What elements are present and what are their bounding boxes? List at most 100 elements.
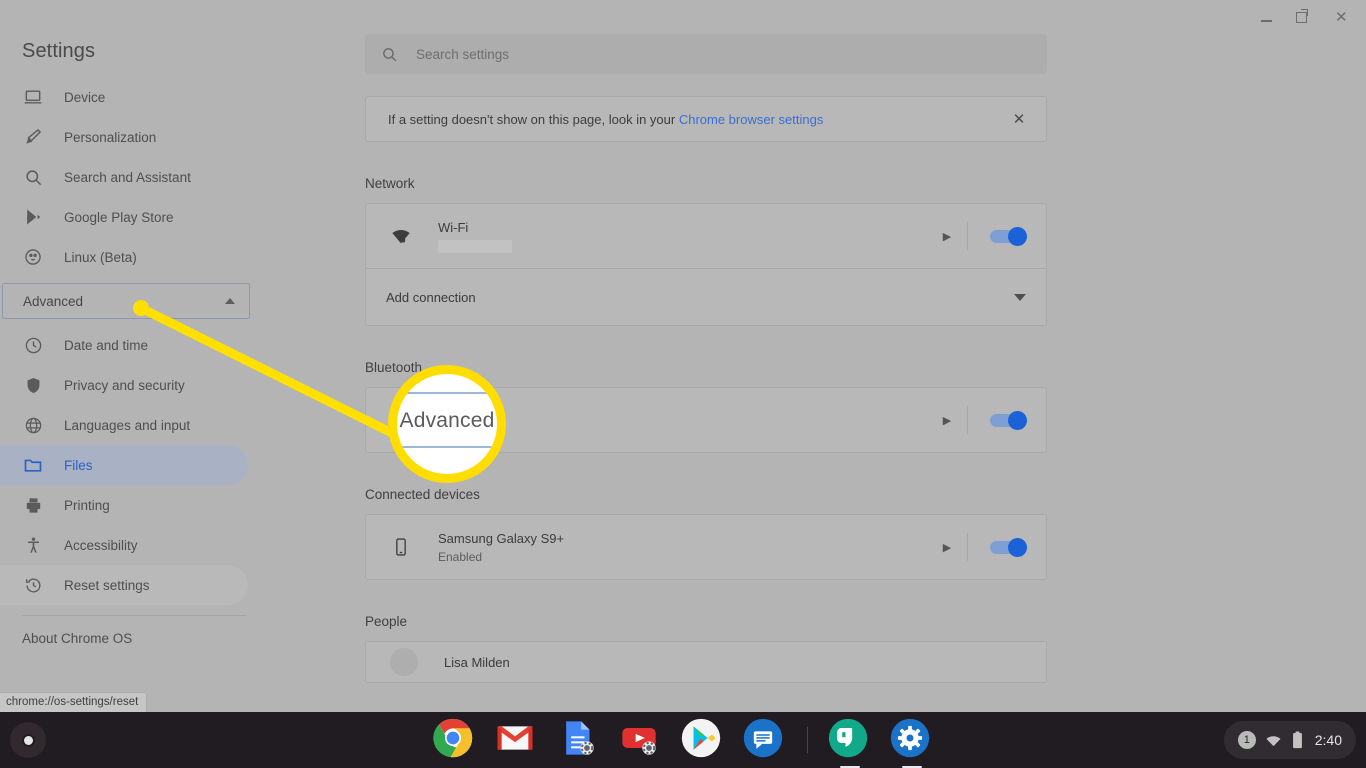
shelf-app-settings[interactable] xyxy=(890,718,934,762)
shelf-app-messages[interactable] xyxy=(743,718,787,762)
sidebar-item-label: Google Play Store xyxy=(64,209,174,225)
notice-text-before: If a setting doesn't show on this page, … xyxy=(388,111,679,127)
wifi-lock-icon xyxy=(386,225,416,247)
settings-main: Search settings If a setting doesn't sho… xyxy=(268,0,1366,712)
gear-icon xyxy=(890,718,929,758)
messages-icon xyxy=(743,718,782,758)
sidebar-item-linux-beta[interactable]: Linux (Beta) xyxy=(0,237,248,277)
sidebar-item-label: Privacy and security xyxy=(64,377,185,393)
close-icon[interactable]: ✕ xyxy=(1008,108,1030,130)
wifi-icon xyxy=(1265,732,1282,749)
search-icon xyxy=(22,166,44,188)
youtube-icon xyxy=(621,728,656,755)
settings-window: ✕ Settings Device Personalization Search… xyxy=(0,0,1366,768)
sidebar-item-label: Date and time xyxy=(64,337,149,353)
sidebar-item-label: Device xyxy=(64,89,106,105)
sidebar-item-files[interactable]: Files xyxy=(0,445,248,485)
play-store-icon xyxy=(22,206,44,228)
sidebar-item-personalization[interactable]: Personalization xyxy=(0,117,248,157)
magnifier-content: Advanced xyxy=(397,374,497,474)
notice-text: If a setting doesn't show on this page, … xyxy=(388,112,823,127)
device-row-text: Samsung Galaxy S9+ Enabled xyxy=(416,530,927,564)
sidebar-item-privacy-and-security[interactable]: Privacy and security xyxy=(0,365,248,405)
sidebar-advanced-expander[interactable]: Advanced xyxy=(2,283,250,319)
chevron-up-icon xyxy=(225,298,235,304)
people-card: Lisa Milden xyxy=(365,641,1047,683)
connected-device-toggle[interactable] xyxy=(968,537,1046,557)
wifi-name: Wi-Fi xyxy=(438,220,469,235)
gmail-icon xyxy=(497,726,532,750)
wifi-row-text: Wi-Fi xyxy=(416,219,927,253)
magnifier-line-bottom xyxy=(397,446,497,448)
shelf-app-chrome[interactable] xyxy=(432,718,477,762)
search-icon xyxy=(381,46,398,63)
sidebar-item-accessibility[interactable]: Accessibility xyxy=(0,525,248,565)
connected-devices-card: Samsung Galaxy S9+ Enabled ▶ xyxy=(365,514,1047,580)
chevron-right-icon[interactable]: ▶ xyxy=(927,414,967,427)
sidebar-item-label: Search and Assistant xyxy=(64,169,191,185)
folder-icon xyxy=(22,454,44,476)
sidebar-item-label: Linux (Beta) xyxy=(64,249,137,265)
sidebar-item-reset-settings[interactable]: Reset settings xyxy=(0,565,248,605)
shelf-app-hangouts[interactable] xyxy=(828,718,872,762)
shelf-app-play-store[interactable] xyxy=(681,718,725,762)
shelf-app-gmail[interactable] xyxy=(495,718,539,762)
device-status: Enabled xyxy=(438,550,483,564)
sidebar-item-search-assistant[interactable]: Search and Assistant xyxy=(0,157,248,197)
sidebar-item-about-chrome-os[interactable]: About Chrome OS xyxy=(0,616,268,660)
bluetooth-toggle[interactable] xyxy=(968,410,1046,430)
brush-icon xyxy=(22,126,44,148)
sidebar-item-label: Accessibility xyxy=(64,537,138,553)
clock: 2:40 xyxy=(1314,732,1342,748)
sidebar-item-device[interactable]: Device xyxy=(0,77,248,117)
browser-settings-notice: If a setting doesn't show on this page, … xyxy=(365,96,1047,142)
magnifier-line-top xyxy=(397,392,497,394)
sidebar-item-printing[interactable]: Printing xyxy=(0,485,248,525)
sidebar: Settings Device Personalization Search a… xyxy=(0,0,268,712)
sidebar-item-date-and-time[interactable]: Date and time xyxy=(0,325,248,365)
content-column: Search settings If a setting doesn't sho… xyxy=(365,34,1047,683)
people-user-row[interactable]: Lisa Milden xyxy=(366,642,1046,682)
magnifier-callout: Advanced xyxy=(388,365,506,483)
add-connection-row[interactable]: Add connection xyxy=(366,269,1046,325)
connected-device-row[interactable]: Samsung Galaxy S9+ Enabled ▶ xyxy=(366,515,1046,579)
chrome-icon xyxy=(432,718,472,758)
chrome-browser-settings-link[interactable]: Chrome browser settings xyxy=(679,112,824,127)
shelf-app-docs[interactable] xyxy=(557,718,601,762)
phone-icon xyxy=(386,537,416,557)
search-input[interactable]: Search settings xyxy=(365,34,1047,74)
wifi-row[interactable]: Wi-Fi ▶ xyxy=(366,204,1046,268)
clock-icon xyxy=(22,334,44,356)
accessibility-icon xyxy=(22,534,44,556)
chevron-right-icon[interactable]: ▶ xyxy=(927,541,967,554)
chromeos-screen: ✕ Settings Device Personalization Search… xyxy=(0,0,1366,768)
advanced-label: Advanced xyxy=(23,293,84,309)
sidebar-item-label: Personalization xyxy=(64,129,157,145)
wifi-toggle[interactable] xyxy=(968,226,1046,246)
sidebar-item-google-play-store[interactable]: Google Play Store xyxy=(0,197,248,237)
system-tray[interactable]: 1 2:40 xyxy=(1223,721,1356,759)
shelf-app-list xyxy=(0,718,1366,762)
sidebar-item-label: Printing xyxy=(64,497,110,513)
wifi-ssid-redacted xyxy=(438,240,512,253)
sidebar-item-label: Languages and input xyxy=(64,417,191,433)
globe-icon xyxy=(22,414,44,436)
printer-icon xyxy=(22,494,44,516)
play-store-icon xyxy=(681,718,720,758)
history-icon xyxy=(22,574,44,596)
search-placeholder: Search settings xyxy=(416,46,510,62)
chevron-right-icon[interactable]: ▶ xyxy=(927,230,967,243)
shelf: 1 2:40 xyxy=(0,712,1366,768)
laptop-icon xyxy=(22,86,44,108)
people-user-name: Lisa Milden xyxy=(444,654,510,670)
hangouts-icon xyxy=(828,718,867,758)
sidebar-item-label: Files xyxy=(64,457,93,473)
notification-count-badge: 1 xyxy=(1237,731,1256,749)
battery-icon xyxy=(1291,731,1304,749)
shelf-app-youtube[interactable] xyxy=(619,718,663,762)
magnified-advanced-label: Advanced xyxy=(399,409,495,432)
sidebar-item-languages-and-input[interactable]: Languages and input xyxy=(0,405,248,445)
device-name: Samsung Galaxy S9+ xyxy=(438,531,565,546)
page-title: Settings xyxy=(22,40,96,62)
chevron-down-icon xyxy=(1014,293,1026,301)
